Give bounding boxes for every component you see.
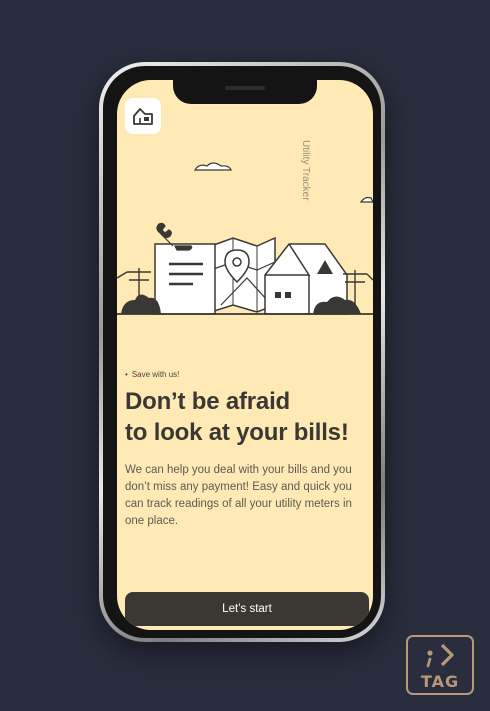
lets-start-button[interactable]: Let’s start — [125, 592, 369, 626]
app-logo[interactable] — [125, 98, 161, 134]
tagline: Save with us! — [125, 370, 180, 379]
page-title: Don’t be afraid to look at your bills! — [125, 386, 369, 448]
houses-and-map-illustration — [117, 162, 373, 315]
phone-notch — [173, 80, 317, 104]
tag-logo: TAG — [406, 635, 474, 695]
tag-logo-text: TAG — [420, 672, 460, 691]
speaker-grille — [225, 86, 265, 90]
headline-line-1: Don’t be afraid — [125, 388, 291, 415]
headline-line-2: to look at your bills! — [125, 419, 349, 446]
phone-bezel: Utility Tracker • Save with us! Don’t be… — [103, 66, 381, 638]
cloud-shape — [193, 162, 232, 171]
document-shape — [154, 243, 216, 315]
description-text: We can help you deal with your bills and… — [125, 464, 352, 527]
app-screen: Utility Tracker • Save with us! Don’t be… — [117, 80, 373, 630]
tag-logo-icon — [426, 643, 454, 668]
house-icon — [133, 108, 153, 125]
phone-frame: Utility Tracker • Save with us! Don’t be… — [99, 62, 385, 642]
cloud-shape — [359, 196, 373, 203]
